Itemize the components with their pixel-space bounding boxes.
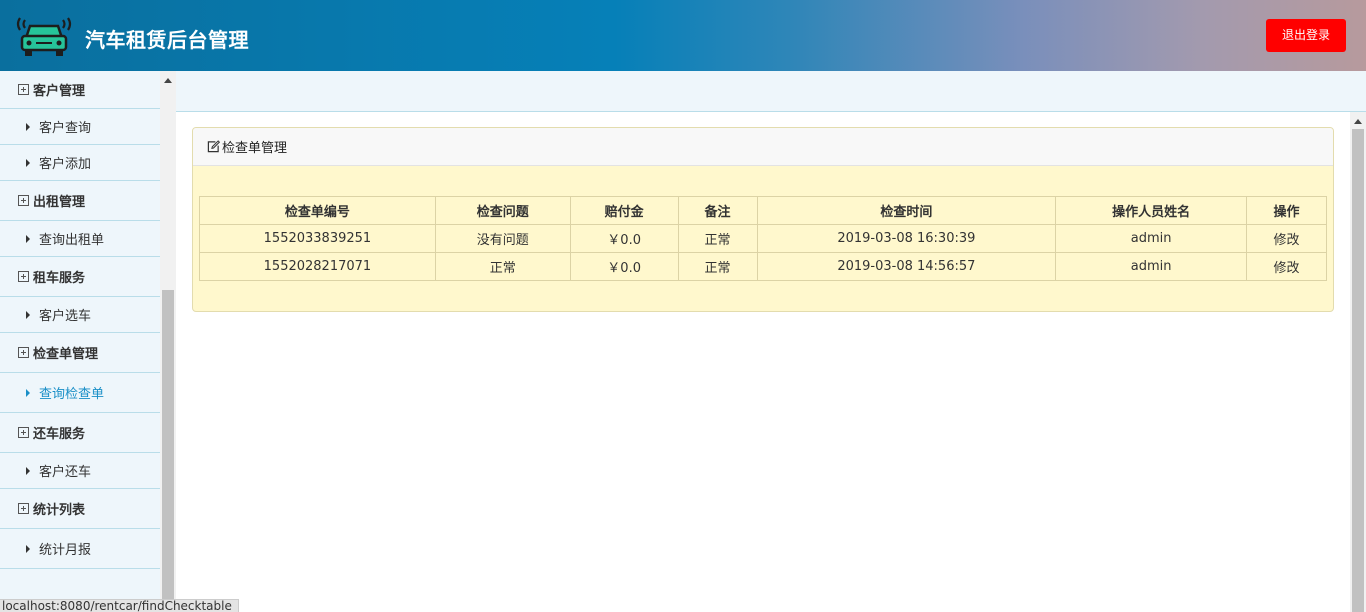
logout-button[interactable]: 退出登录	[1266, 19, 1346, 52]
sidebar-item-rental-query[interactable]: 查询出租单	[0, 221, 160, 257]
sidebar-item-label: 客户查询	[39, 121, 92, 136]
column-header: 检查时间	[756, 196, 1057, 225]
cell-check-id: 1552028217071	[199, 252, 436, 281]
sidebar-group-check[interactable]: 检查单管理	[0, 333, 160, 373]
column-header: 操作人员姓名	[1055, 196, 1248, 225]
sidebar-group-stats[interactable]: 统计列表	[0, 489, 160, 529]
status-bar-url: localhost:8080/rentcar/findChecktable	[0, 599, 239, 612]
sidebar-group-rental[interactable]: 出租管理	[0, 181, 160, 221]
sidebar-item-label: 查询检查单	[39, 387, 105, 402]
caret-right-icon	[26, 466, 30, 475]
expand-plus-icon	[18, 84, 29, 95]
sidebar-scrollbar[interactable]	[160, 71, 176, 612]
cell-operator: admin	[1055, 224, 1248, 253]
expand-plus-icon	[18, 347, 29, 358]
sidebar-scroll-thumb[interactable]	[162, 290, 174, 612]
caret-right-icon	[26, 158, 30, 167]
expand-plus-icon	[18, 503, 29, 514]
caret-right-icon	[26, 388, 30, 397]
table-row: 1552033839251 没有问题 ￥0.0 正常 2019-03-08 16…	[199, 224, 1327, 253]
sidebar-item-customer-query[interactable]: 客户查询	[0, 109, 160, 145]
column-header: 检查问题	[434, 196, 571, 225]
main-content: 检查单管理 检查单编号 检查问题 赔付金 备注 检查时间 操作人员姓名 操作 1…	[176, 112, 1350, 612]
sidebar-group-label: 统计列表	[33, 503, 86, 518]
cell-compensation: ￥0.0	[569, 224, 679, 253]
edit-icon	[207, 140, 220, 153]
column-header: 备注	[677, 196, 758, 225]
cell-check-time: 2019-03-08 14:56:57	[756, 252, 1057, 281]
edit-link[interactable]: 修改	[1246, 224, 1327, 253]
check-panel: 检查单管理 检查单编号 检查问题 赔付金 备注 检查时间 操作人员姓名 操作 1…	[192, 127, 1334, 312]
scroll-up-arrow-icon[interactable]	[164, 78, 172, 83]
check-table: 检查单编号 检查问题 赔付金 备注 检查时间 操作人员姓名 操作 1552033…	[199, 196, 1327, 281]
sidebar-group-car-service[interactable]: 租车服务	[0, 257, 160, 297]
cell-problem: 没有问题	[434, 224, 571, 253]
sidebar-group-label: 检查单管理	[33, 347, 99, 362]
cell-problem: 正常	[434, 252, 571, 281]
sidebar-item-label: 查询出租单	[39, 233, 105, 248]
edit-link[interactable]: 修改	[1246, 252, 1327, 281]
cell-operator: admin	[1055, 252, 1248, 281]
sidebar-group-label: 出租管理	[33, 195, 86, 210]
caret-right-icon	[26, 544, 30, 553]
car-signal-icon	[16, 17, 72, 56]
sidebar-item-check-query[interactable]: 查询检查单	[0, 373, 160, 413]
panel-heading: 检查单管理	[193, 128, 1333, 166]
column-header: 操作	[1246, 196, 1327, 225]
sidebar-item-choose-car[interactable]: 客户选车	[0, 297, 160, 333]
cell-check-id: 1552033839251	[199, 224, 436, 253]
sidebar-item-label: 客户添加	[39, 157, 92, 172]
sidebar-group-label: 租车服务	[33, 271, 86, 286]
cell-remark: 正常	[677, 224, 758, 253]
caret-right-icon	[26, 122, 30, 131]
scroll-up-arrow-icon[interactable]	[1354, 119, 1362, 124]
sidebar-group-label: 还车服务	[33, 427, 86, 442]
expand-plus-icon	[18, 427, 29, 438]
cell-compensation: ￥0.0	[569, 252, 679, 281]
column-header: 检查单编号	[199, 196, 436, 225]
main-scroll-thumb[interactable]	[1352, 129, 1364, 612]
sidebar-item-label: 客户还车	[39, 465, 92, 480]
sidebar-item-label: 客户选车	[39, 309, 92, 324]
panel-title: 检查单管理	[222, 141, 288, 156]
cell-check-time: 2019-03-08 16:30:39	[756, 224, 1057, 253]
sidebar-group-customer[interactable]: 客户管理	[0, 71, 160, 109]
caret-right-icon	[26, 310, 30, 319]
expand-plus-icon	[18, 271, 29, 282]
sidebar-group-return[interactable]: 还车服务	[0, 413, 160, 453]
cell-remark: 正常	[677, 252, 758, 281]
sidebar-item-customer-add[interactable]: 客户添加	[0, 145, 160, 181]
main-scrollbar[interactable]	[1350, 112, 1366, 612]
app-title: 汽车租赁后台管理	[85, 28, 249, 52]
sidebar-item-label: 统计月报	[39, 543, 92, 558]
expand-plus-icon	[18, 195, 29, 206]
top-header: 汽车租赁后台管理 退出登录	[0, 0, 1366, 71]
sidebar-item-return-car[interactable]: 客户还车	[0, 453, 160, 489]
table-header-row: 检查单编号 检查问题 赔付金 备注 检查时间 操作人员姓名 操作	[199, 196, 1327, 225]
sidebar-group-label: 客户管理	[33, 84, 86, 99]
content-top-strip	[176, 71, 1366, 112]
sidebar-item-monthly-report[interactable]: 统计月报	[0, 529, 160, 569]
table-row: 1552028217071 正常 ￥0.0 正常 2019-03-08 14:5…	[199, 252, 1327, 281]
column-header: 赔付金	[569, 196, 679, 225]
sidebar: 客户管理 客户查询 客户添加 出租管理 查询出租单 租车服务 客户选车 检查单管…	[0, 71, 160, 612]
caret-right-icon	[26, 234, 30, 243]
